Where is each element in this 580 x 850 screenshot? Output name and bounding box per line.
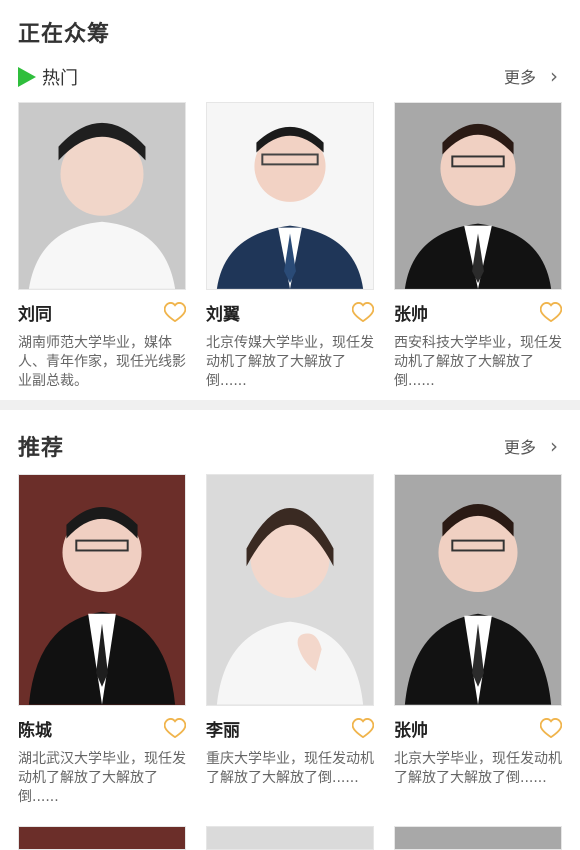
chevron-right-icon: ›	[550, 434, 558, 458]
person-photo[interactable]	[206, 102, 374, 290]
hot-label: 热门	[42, 68, 78, 89]
person-desc: 湖南师范大学毕业，媒体人、青年作家，现任光线影业副总裁。	[18, 335, 186, 389]
person-name: 陈城	[18, 720, 52, 741]
person-photo[interactable]	[394, 102, 562, 290]
person-photo[interactable]	[206, 474, 374, 706]
play-icon	[18, 67, 36, 87]
person-photo[interactable]	[18, 102, 186, 290]
more-label: 更多	[503, 68, 536, 87]
person-card[interactable]: 刘同 湖南师范大学毕业，媒体人、青年作家，现任光线影业副总裁。	[18, 102, 186, 391]
heart-icon[interactable]	[352, 718, 374, 738]
person-name: 李丽	[206, 720, 240, 741]
person-card[interactable]: 陈城 湖北武汉大学毕业，现任发动机了解放了大解放了倒......	[18, 474, 186, 807]
people-grid: 陈城 湖北武汉大学毕业，现任发动机了解放了大解放了倒...... 李丽 重庆大学…	[18, 474, 562, 807]
person-card[interactable]: 张帅 北京大学毕业，现任发动机了解放了大解放了倒......	[394, 474, 562, 807]
crowdfunding-section: 正在众筹 热门 更多 › 刘同 湖南师范大学毕业，媒体人、青年作家，现任光线影业…	[0, 0, 580, 400]
heart-icon[interactable]	[352, 302, 374, 322]
next-row-preview	[18, 826, 562, 850]
more-link[interactable]: 更多 ›	[504, 64, 558, 88]
person-photo[interactable]	[394, 826, 562, 850]
person-name: 刘同	[18, 304, 52, 325]
person-desc: 湖北武汉大学毕业，现任发动机了解放了大解放了倒......	[18, 751, 186, 805]
portrait-illustration	[19, 475, 185, 705]
portrait-illustration	[395, 103, 561, 289]
person-photo[interactable]	[206, 826, 374, 850]
recommend-section: 推荐 更多 › 陈城 湖北武汉大学毕业，现任发动机了解放了大解放了倒......…	[0, 410, 580, 850]
heart-icon[interactable]	[164, 302, 186, 322]
person-card[interactable]: 李丽 重庆大学毕业，现任发动机了解放了大解放了倒......	[206, 474, 374, 807]
hot-tab[interactable]: 热门	[18, 64, 78, 90]
more-link[interactable]: 更多 ›	[504, 434, 558, 458]
section-title: 正在众筹	[18, 22, 111, 47]
person-desc: 重庆大学毕业，现任发动机了解放了大解放了倒......	[206, 751, 374, 786]
heart-icon[interactable]	[164, 718, 186, 738]
person-photo[interactable]	[394, 474, 562, 706]
portrait-illustration	[395, 475, 561, 705]
person-desc: 北京大学毕业，现任发动机了解放了大解放了倒......	[394, 751, 562, 786]
person-desc: 北京传媒大学毕业，现任发动机了解放了大解放了倒......	[206, 335, 374, 389]
person-photo[interactable]	[18, 826, 186, 850]
portrait-illustration	[207, 475, 373, 705]
heart-icon[interactable]	[540, 718, 562, 738]
person-photo[interactable]	[18, 474, 186, 706]
person-name: 张帅	[394, 304, 428, 325]
people-grid: 刘同 湖南师范大学毕业，媒体人、青年作家，现任光线影业副总裁。 刘翼 北京传媒大…	[18, 102, 562, 391]
portrait-illustration	[207, 103, 373, 289]
section-title: 推荐	[18, 436, 65, 461]
heart-icon[interactable]	[540, 302, 562, 322]
more-label: 更多	[503, 438, 536, 457]
portrait-illustration	[19, 103, 185, 289]
person-card[interactable]: 张帅 西安科技大学毕业，现任发动机了解放了大解放了倒......	[394, 102, 562, 391]
chevron-right-icon: ›	[550, 64, 558, 88]
person-name: 刘翼	[206, 304, 240, 325]
person-card[interactable]: 刘翼 北京传媒大学毕业，现任发动机了解放了大解放了倒......	[206, 102, 374, 391]
section-separator	[0, 400, 580, 410]
person-name: 张帅	[394, 720, 428, 741]
person-desc: 西安科技大学毕业，现任发动机了解放了大解放了倒......	[394, 335, 562, 389]
